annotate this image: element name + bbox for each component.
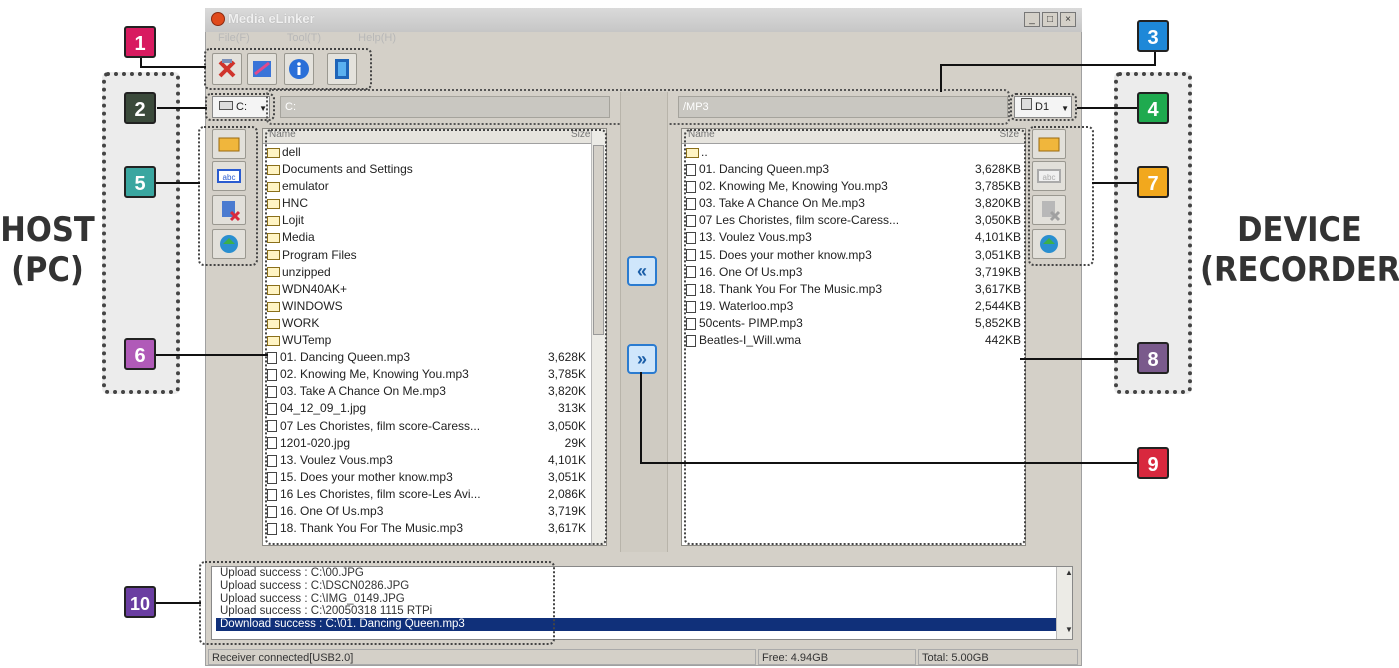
host-rename-button[interactable]: abc (212, 161, 246, 191)
exit-button[interactable] (327, 53, 357, 85)
device-path-field[interactable]: /MP3 (678, 96, 1008, 118)
device-drive-select[interactable]: D1 ▼ (1014, 96, 1072, 118)
callout-6: 6 (124, 338, 156, 370)
callout-line-9a (640, 372, 642, 464)
callout-2: 2 (124, 92, 156, 124)
new-folder-icon (1038, 137, 1060, 152)
host-drive-select[interactable]: C: ▼ (212, 96, 270, 118)
menu-help[interactable]: Help(H) (358, 32, 396, 44)
callout-line-6 (156, 354, 268, 356)
callout-1: 1 (124, 26, 156, 58)
window-title: Media eLinker (228, 11, 315, 26)
host-refresh-button[interactable] (212, 229, 246, 259)
callout-line-3b (940, 64, 1156, 66)
callout-3: 3 (1137, 20, 1169, 52)
device-label-line2: (RECORDER) (1200, 250, 1399, 290)
callout-line-10 (156, 602, 201, 604)
callout-5: 5 (124, 166, 156, 198)
refresh-icon (220, 235, 238, 253)
properties-icon (253, 61, 271, 77)
device-new-folder-button[interactable] (1032, 129, 1066, 159)
device-icon (1021, 98, 1032, 110)
chevron-up-icon[interactable]: ▲ (1061, 567, 1073, 580)
svg-text:abc: abc (1043, 173, 1056, 182)
log-outline (199, 561, 555, 645)
minimize-icon[interactable]: _ (1024, 12, 1040, 27)
callout-line-4 (1077, 107, 1137, 109)
callout-8: 8 (1137, 342, 1169, 374)
rename-icon: abc (1037, 169, 1061, 183)
info-icon (289, 59, 309, 79)
info-button[interactable] (284, 53, 314, 85)
refresh-icon (1040, 235, 1058, 253)
app-logo-icon (211, 12, 225, 26)
splitter[interactable] (620, 92, 668, 552)
host-new-folder-button[interactable] (212, 129, 246, 159)
callout-line-5 (155, 182, 200, 184)
device-label-line1: DEVICE (1237, 210, 1362, 250)
menu-bar: File(F) Tool(T) Help(H) (206, 32, 1081, 48)
disconnect-icon (218, 59, 236, 78)
callout-line-7 (1092, 182, 1137, 184)
callout-10: 10 (124, 586, 156, 618)
status-connection: Receiver connected[USB2.0] (208, 649, 756, 665)
menu-file[interactable]: File(F) (218, 32, 250, 44)
copy-to-device-button[interactable]: » (627, 344, 657, 374)
host-delete-button[interactable] (212, 195, 246, 225)
host-label-line2: (PC) (11, 250, 84, 290)
callout-line-2 (157, 107, 207, 109)
device-delete-button[interactable] (1032, 195, 1066, 225)
drive-icon (219, 101, 233, 110)
svg-text:abc: abc (223, 173, 236, 182)
host-label: HOST (PC) (0, 210, 95, 290)
callout-7: 7 (1137, 166, 1169, 198)
host-list-outline (265, 129, 607, 545)
callout-4: 4 (1137, 92, 1169, 124)
callout-line-8 (1020, 358, 1137, 360)
device-rename-button[interactable]: abc (1032, 161, 1066, 191)
close-icon[interactable]: × (1060, 12, 1076, 27)
device-list-outline (684, 129, 1026, 545)
log-scrollbar[interactable]: ▲ ▼ (1056, 567, 1073, 639)
status-total: Total: 5.00GB (918, 649, 1078, 665)
device-drive-value: D1 (1035, 101, 1050, 113)
new-folder-icon (218, 137, 240, 152)
chevron-down-icon[interactable]: ▼ (1061, 624, 1073, 637)
copy-to-host-button[interactable]: « (627, 256, 657, 286)
callout-line-1b (140, 66, 206, 68)
callout-line-3c (940, 64, 942, 92)
maximize-icon[interactable]: □ (1042, 12, 1058, 27)
device-refresh-button[interactable] (1032, 229, 1066, 259)
exit-icon (335, 59, 349, 79)
host-label-line1: HOST (0, 210, 95, 250)
title-bar (205, 8, 1082, 32)
status-free: Free: 4.94GB (758, 649, 916, 665)
host-drive-value: C: (236, 101, 247, 113)
rename-icon: abc (217, 169, 241, 183)
properties-button[interactable] (247, 53, 277, 85)
delete-icon (1042, 201, 1061, 222)
chevron-down-icon: ▼ (1061, 104, 1069, 113)
callout-9: 9 (1137, 447, 1169, 479)
menu-tool[interactable]: Tool(T) (287, 32, 321, 44)
device-label: DEVICE (RECORDER) (1200, 210, 1399, 290)
delete-icon (222, 201, 241, 222)
callout-line-9b (640, 462, 1137, 464)
disconnect-button[interactable] (212, 53, 242, 85)
